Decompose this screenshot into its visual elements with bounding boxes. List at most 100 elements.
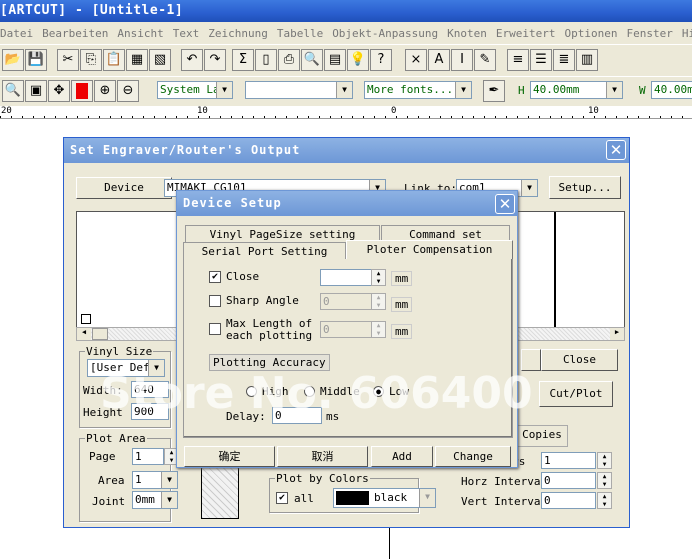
save-button[interactable]: 💾 [25, 49, 47, 71]
menu-optionen[interactable]: Optionen [565, 27, 618, 40]
accuracy-low-radio[interactable]: ● [373, 386, 384, 397]
cut-plot-button[interactable]: Cut/Plot [539, 381, 613, 407]
menu-fenster[interactable]: Fenster [627, 27, 673, 40]
scroll-thumb[interactable] [92, 328, 108, 340]
font-select[interactable]: ▼ [245, 81, 353, 99]
menu-tabelle[interactable]: Tabelle [277, 27, 323, 40]
sharp-angle-spinner[interactable]: ▲ ▼ [371, 293, 386, 310]
font-style-button[interactable]: ✒ [483, 80, 505, 102]
menu-erweitert[interactable]: Erweitert [496, 27, 556, 40]
horz-interval-input[interactable]: 0 [541, 472, 596, 489]
more-fonts-select[interactable]: More fonts... ▼ [364, 81, 472, 99]
color-select[interactable]: black ▼ [333, 488, 436, 508]
italic-button[interactable]: I [451, 49, 473, 71]
ungroup-button[interactable]: ▧ [149, 49, 171, 71]
tab-ploter-compensation[interactable]: Ploter Compensation [346, 240, 513, 259]
scroll-right-icon[interactable]: ▶ [610, 328, 624, 340]
edit-text-button[interactable]: ✎ [474, 49, 496, 71]
chevron-down-icon: ▼ [148, 360, 164, 376]
help-button[interactable]: ? [370, 49, 392, 71]
undo-button[interactable]: ↶ [181, 49, 203, 71]
menu-bearbeiten[interactable]: Bearbeiten [42, 27, 108, 40]
cancel-button[interactable]: 取消 [277, 446, 368, 467]
output-dialog-title: Set Engraver/Router's Output [64, 138, 629, 163]
accuracy-middle-radio[interactable] [304, 386, 315, 397]
align-right-button[interactable]: ≣ [553, 49, 575, 71]
preview-button[interactable]: 🔍 [301, 49, 323, 71]
vinyl-preset-select[interactable]: [User Defi ▼ [87, 359, 165, 377]
redo-button[interactable]: ↷ [204, 49, 226, 71]
tip-button[interactable]: 💡 [347, 49, 369, 71]
text-fit-button[interactable]: ⨯ [405, 49, 427, 71]
change-button[interactable]: Change [435, 446, 511, 467]
print-button[interactable]: ⎙ [278, 49, 300, 71]
text-button[interactable]: A [428, 49, 450, 71]
plot-icon: Σ [238, 52, 248, 67]
close-spinner[interactable]: ▲ ▼ [371, 269, 386, 286]
menu-ansicht[interactable]: Ansicht [117, 27, 163, 40]
plot-button[interactable]: Σ [232, 49, 254, 71]
tab-copies[interactable]: Copies [516, 425, 568, 447]
language-select[interactable]: System Lan ▼ [157, 81, 233, 99]
zoom-out-button[interactable]: ⊖ [117, 80, 139, 102]
zoom-button[interactable]: 🔍 [2, 80, 24, 102]
copy-button[interactable]: ⎘ [80, 49, 102, 71]
open-button[interactable]: 📂 [2, 49, 24, 71]
area-select[interactable]: 1 ▼ [132, 471, 178, 489]
ok-button[interactable]: 确定 [184, 446, 275, 467]
menu-text[interactable]: Text [173, 27, 200, 40]
delay-input[interactable]: 0 [272, 407, 322, 424]
sharp-angle-checkbox[interactable] [209, 295, 221, 307]
height-input[interactable]: 900 [131, 403, 169, 420]
menu-objekt-anpassung[interactable]: Objekt-Anpassung [332, 27, 438, 40]
numbers-spinner[interactable]: ▲ ▼ [597, 452, 612, 469]
close-checkbox[interactable]: ✔ [209, 271, 221, 283]
tab-serial-port[interactable]: Serial Port Setting [183, 242, 346, 259]
color-fill-button[interactable] [71, 80, 93, 102]
paste-button[interactable]: 📋 [103, 49, 125, 71]
add-button[interactable]: Add [371, 446, 433, 467]
zoom-in-button[interactable]: ⊕ [94, 80, 116, 102]
joint-select[interactable]: 0mm ▼ [132, 491, 178, 509]
all-colors-label: all [294, 492, 314, 505]
page-input[interactable]: 1 [132, 448, 164, 465]
page-button[interactable]: ▯ [255, 49, 277, 71]
height-select[interactable]: 40.00mm ▼ [530, 81, 623, 99]
menu-knoten[interactable]: Knoten [447, 27, 487, 40]
vert-interval-input[interactable]: 0 [541, 492, 596, 509]
move-button[interactable]: ✥ [48, 80, 70, 102]
width-select[interactable]: 40.00mm [651, 81, 692, 99]
align-left-button[interactable]: ≡ [507, 49, 529, 71]
max-length-checkbox[interactable] [209, 323, 221, 335]
justify-icon: ▥ [580, 52, 594, 67]
select-frame-button[interactable]: ▣ [25, 80, 47, 102]
close-icon[interactable]: ✕ [606, 140, 626, 160]
hidden-button[interactable] [521, 349, 541, 371]
horz-interval-spinner[interactable]: ▲ ▼ [597, 472, 612, 489]
close-icon[interactable]: ✕ [495, 194, 515, 214]
menu-zeichnung[interactable]: Zeichnung [208, 27, 268, 40]
max-length-spinner[interactable]: ▲ ▼ [371, 321, 386, 338]
all-colors-checkbox[interactable]: ✔ [276, 492, 288, 504]
close-label: Close [226, 270, 260, 283]
output-button[interactable]: ▤ [324, 49, 346, 71]
align-center-button[interactable]: ☰ [530, 49, 552, 71]
menu-datei[interactable]: Datei [0, 27, 33, 40]
vert-interval-spinner[interactable]: ▲ ▼ [597, 492, 612, 509]
close-button[interactable]: Close [541, 349, 618, 371]
setup-button[interactable]: Setup... [549, 176, 621, 199]
scroll-left-icon[interactable]: ◀ [77, 328, 91, 340]
width-input[interactable]: 640 [131, 381, 169, 398]
cut-button[interactable]: ✂ [57, 49, 79, 71]
numbers-input[interactable]: 1 [541, 452, 596, 469]
accuracy-high-radio[interactable] [246, 386, 257, 397]
device-button[interactable]: Device [76, 177, 172, 199]
text-icon: A [434, 52, 444, 67]
menu-hilfe[interactable]: Hilfe [682, 27, 692, 40]
justify-button[interactable]: ▥ [576, 49, 598, 71]
align-center-icon: ☰ [535, 52, 547, 67]
group-button[interactable]: ▦ [126, 49, 148, 71]
max-length-input[interactable]: 0 [320, 321, 372, 338]
close-input[interactable] [320, 269, 372, 286]
sharp-angle-input[interactable]: 0 [320, 293, 372, 310]
